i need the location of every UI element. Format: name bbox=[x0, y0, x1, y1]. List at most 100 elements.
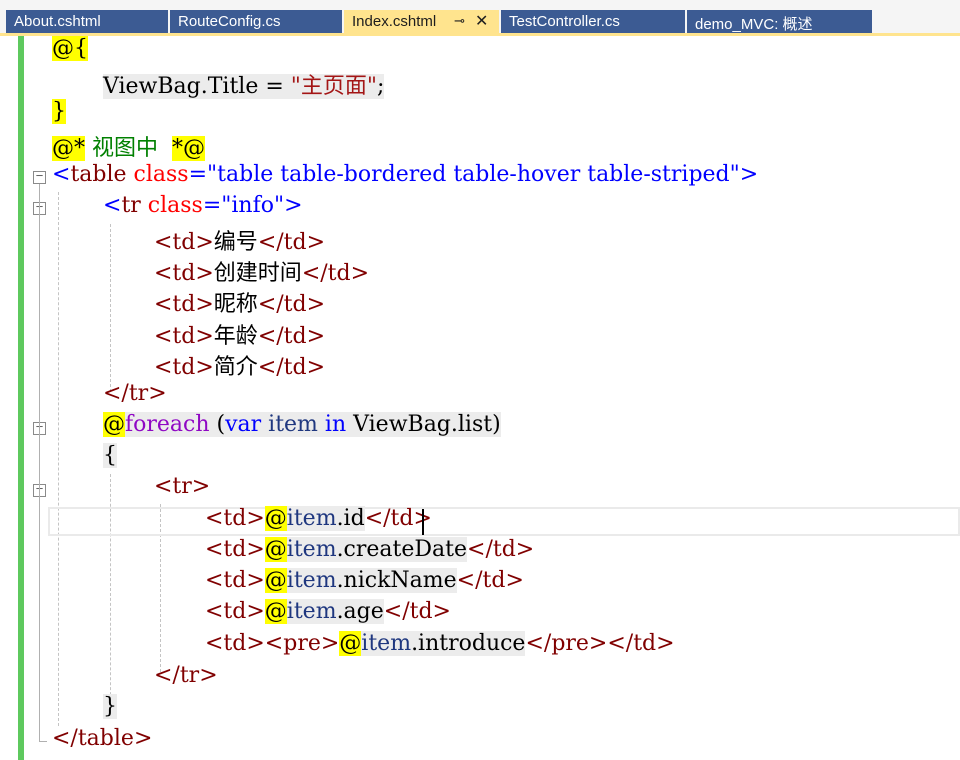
code-line: <td>编号</td> bbox=[154, 224, 325, 255]
code-line: <td>年龄</td> bbox=[154, 318, 325, 349]
code-tag: </td> bbox=[257, 355, 326, 380]
code-value: "info" bbox=[221, 193, 285, 218]
code-identifier: item bbox=[261, 412, 325, 437]
code-tag: tr bbox=[121, 193, 141, 218]
code-token: ViewBag.Title bbox=[103, 74, 259, 99]
code-token: item.createDate bbox=[286, 537, 468, 562]
code-text: 昵称 bbox=[213, 292, 258, 317]
tab-demo-mvc-overview[interactable]: demo_MVC: 概述 bbox=[687, 10, 872, 33]
code-token: < bbox=[52, 162, 71, 187]
code-tag: <td> bbox=[154, 324, 214, 349]
code-member: .introduce bbox=[411, 631, 526, 656]
code-line: <td>昵称</td> bbox=[154, 286, 325, 317]
tab-routeconfig-cs[interactable]: RouteConfig.cs bbox=[170, 10, 342, 33]
code-identifier: item bbox=[286, 506, 337, 531]
indent-guide bbox=[58, 192, 59, 726]
code-identifier: item bbox=[286, 599, 337, 624]
code-line: } bbox=[52, 99, 66, 130]
code-line: <table class="table table-bordered table… bbox=[52, 162, 758, 193]
code-tag: <td> bbox=[154, 292, 214, 317]
code-token: < bbox=[103, 193, 122, 218]
code-line: </table> bbox=[52, 726, 152, 757]
code-tag: </td> bbox=[257, 324, 326, 349]
code-token: ViewBag.list) bbox=[346, 412, 501, 437]
code-string: "主页面" bbox=[290, 74, 378, 99]
comment-close: *@ bbox=[171, 136, 205, 161]
code-line: <td>@item.nickName</td> bbox=[205, 568, 524, 599]
tab-label: RouteConfig.cs bbox=[178, 13, 281, 30]
code-tag: </td> bbox=[607, 631, 675, 656]
code-line: @{ bbox=[52, 36, 88, 67]
code-tag: </pre> bbox=[525, 631, 608, 656]
razor-at: @ bbox=[264, 599, 287, 624]
code-tag: <td> bbox=[154, 230, 214, 255]
code-line: <td>简介</td> bbox=[154, 349, 325, 380]
code-identifier: item bbox=[286, 568, 337, 593]
razor-block-open: @{ bbox=[52, 36, 88, 61]
tab-index-cshtml[interactable]: Index.cshtml ⊸ ✕ bbox=[344, 10, 499, 33]
code-tag: <tr> bbox=[154, 474, 211, 499]
code-line: } bbox=[103, 694, 117, 725]
code-identifier: item bbox=[286, 537, 337, 562]
code-token: = bbox=[188, 162, 208, 187]
code-member: .createDate bbox=[336, 537, 468, 562]
tab-about-cshtml[interactable]: About.cshtml bbox=[6, 10, 168, 33]
outline-line bbox=[39, 184, 40, 742]
code-tag: </td> bbox=[257, 230, 326, 255]
code-member: .nickName bbox=[336, 568, 457, 593]
tab-label: demo_MVC: 概述 bbox=[695, 16, 813, 33]
code-tag: </tr> bbox=[103, 381, 167, 406]
code-tag: </tr> bbox=[154, 663, 218, 688]
tab-label: TestController.cs bbox=[509, 13, 620, 30]
razor-block-close: } bbox=[52, 99, 66, 124]
close-icon[interactable]: ✕ bbox=[475, 11, 488, 31]
code-text: 编号 bbox=[213, 230, 258, 255]
code-token: { bbox=[103, 443, 117, 468]
code-member: .age bbox=[336, 599, 384, 624]
code-attr: class bbox=[126, 162, 189, 187]
razor-at: @ bbox=[264, 537, 287, 562]
code-tag: </td> bbox=[467, 537, 535, 562]
razor-at: @ bbox=[264, 506, 287, 531]
code-tag: <td> bbox=[205, 506, 265, 531]
code-tag: <td> bbox=[205, 631, 265, 656]
code-line: @foreach (var item in ViewBag.list) bbox=[103, 412, 501, 443]
code-tag: <td> bbox=[154, 355, 214, 380]
code-token: item.id bbox=[286, 506, 365, 531]
code-tag: <td> bbox=[205, 537, 265, 562]
tab-testcontroller-cs[interactable]: TestController.cs bbox=[501, 10, 685, 33]
outline-line-end bbox=[39, 741, 47, 742]
code-line: ViewBag.Title = "主页面"; bbox=[103, 68, 385, 99]
code-editor[interactable]: − − − − @{ ViewBag.Title = "主页面"; } @* 视… bbox=[0, 36, 960, 760]
comment-text: 视图中 bbox=[85, 136, 172, 161]
razor-at: @ bbox=[264, 568, 287, 593]
code-line: <td>@item.id</td> bbox=[205, 506, 432, 537]
document-tab-bar: About.cshtml RouteConfig.cs Index.cshtml… bbox=[0, 0, 960, 36]
tab-label: Index.cshtml bbox=[352, 13, 437, 30]
pin-icon[interactable]: ⊸ bbox=[454, 13, 465, 29]
code-keyword: in bbox=[324, 412, 347, 437]
code-tag: <td> bbox=[154, 261, 214, 286]
code-identifier: item bbox=[361, 631, 412, 656]
code-line: <td>创建时间</td> bbox=[154, 255, 369, 286]
code-tag: </table> bbox=[52, 726, 153, 751]
code-text: 简介 bbox=[213, 355, 258, 380]
code-line: <td>@item.createDate</td> bbox=[205, 537, 534, 568]
code-line: @* 视图中 *@ bbox=[52, 130, 205, 161]
code-text: 年龄 bbox=[213, 324, 258, 349]
code-token: item.introduce bbox=[361, 631, 526, 656]
code-line: <td>@item.age</td> bbox=[205, 599, 451, 630]
code-keyword: foreach bbox=[125, 412, 210, 437]
code-line: <td><pre>@item.introduce</pre></td> bbox=[205, 631, 675, 662]
code-tag: </td> bbox=[301, 261, 370, 286]
code-attr: class bbox=[140, 193, 203, 218]
razor-at: @ bbox=[103, 412, 125, 437]
code-token: ; bbox=[377, 74, 385, 99]
text-caret bbox=[422, 509, 424, 535]
code-token: } bbox=[103, 694, 117, 719]
collapse-icon[interactable]: − bbox=[33, 170, 46, 184]
razor-at: @ bbox=[339, 631, 362, 656]
code-text: 创建时间 bbox=[213, 261, 302, 286]
code-token: item.nickName bbox=[286, 568, 457, 593]
tab-label: About.cshtml bbox=[14, 13, 101, 30]
